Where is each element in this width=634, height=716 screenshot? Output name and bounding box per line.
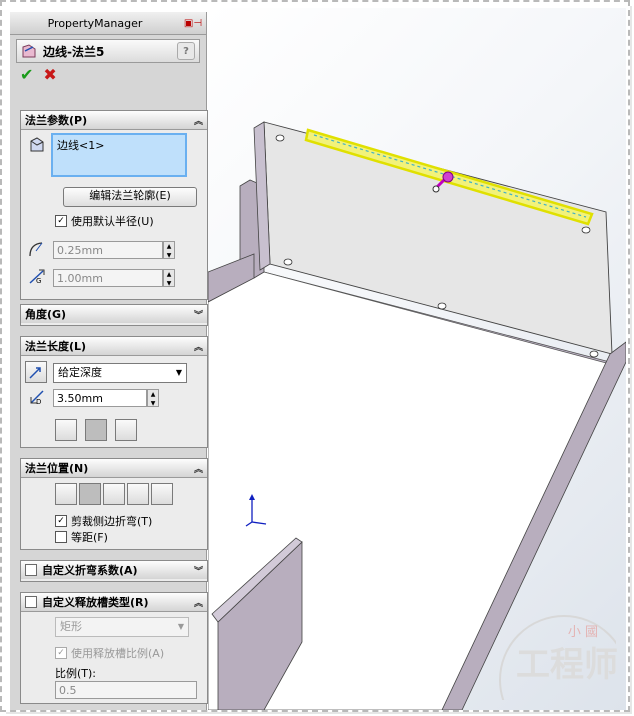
property-manager: PropertyManager ▣⊣ 边线-法兰5 ? ✔ ✖ 法兰参数(P) … [10,12,208,710]
pin-icon[interactable]: ▣⊣ [180,16,206,30]
depth-glyph: D [36,398,42,406]
graphics-area[interactable]: 小 國 工程师 [208,8,626,710]
custom-bend-allowance-label: 自定义折弯系数(A) [42,564,138,577]
dropdown-arrow-icon[interactable]: ▼ [176,364,182,382]
property-manager-title: PropertyManager [47,16,143,30]
collapse-chevron-icon[interactable]: ︽ [194,462,203,475]
flange-length-spinner[interactable]: ▲ ▼ [147,389,159,407]
flange-length-header[interactable]: 法兰长度(L) ︽ [21,337,207,356]
edge-select-icon [30,137,44,152]
gap-distance-spinner[interactable]: ▲ ▼ [163,269,175,287]
inner-virtual-sharp-button[interactable] [85,419,107,441]
flange-position-label: 法兰位置(N) [25,462,89,475]
use-relief-ratio-checkbox[interactable]: ✓ 使用释放槽比例(A) [55,645,164,661]
window-frame: 小 國 工程师 PropertyManager ▣⊣ 边线-法兰5 ? ✔ ✖ … [0,0,630,712]
ratio-label: 比例(T): [55,667,97,680]
custom-relief-label: 自定义释放槽类型(R) [42,596,149,609]
custom-bend-allowance-checkbox[interactable] [25,564,37,576]
offset-checkbox[interactable]: 等距(F) [55,529,108,545]
flange-parameters-label: 法兰参数(P) [25,114,88,127]
collapse-chevron-icon[interactable]: ︽ [194,340,203,353]
end-condition-value: 给定深度 [58,366,102,379]
checkbox-unchecked-icon[interactable] [55,531,67,543]
gap-glyph: G [36,277,42,285]
property-manager-header: PropertyManager ▣⊣ [10,12,206,35]
reverse-direction-icon[interactable] [25,361,47,383]
flange-position-group: 法兰位置(N) ︽ ✓ 剪裁侧边折弯(T) 等距(F) [20,458,208,550]
angle-label: 角度(G) [25,308,67,321]
bend-outside-button[interactable] [103,483,125,505]
edit-flange-profile-button[interactable]: 编辑法兰轮廓(E) [63,187,197,207]
checkbox-checked-icon[interactable]: ✓ [55,647,67,659]
collapse-chevron-icon[interactable]: ︽ [194,596,203,609]
flange-length-input[interactable]: 3.50mm [53,389,147,407]
watermark-text: 工程师 [516,645,618,685]
custom-bend-allowance-header[interactable]: 自定义折弯系数(A) ︾ [21,561,207,579]
expand-chevron-icon[interactable]: ︾ [194,564,203,577]
custom-relief-group: 自定义释放槽类型(R) ︽ 矩形 ▼ ✓ 使用释放槽比例(A) 比例(T): 0… [20,592,208,704]
end-condition-dropdown[interactable]: 给定深度 ▼ [53,363,187,383]
tangent-to-bend-button[interactable] [151,483,173,505]
custom-relief-checkbox[interactable] [25,596,37,608]
custom-relief-header[interactable]: 自定义释放槽类型(R) ︽ [21,593,207,612]
bend-radius-icon [29,242,43,257]
offset-label: 等距(F) [71,531,108,544]
custom-bend-allowance-group: 自定义折弯系数(A) ︾ [20,560,208,582]
outer-virtual-sharp-button[interactable] [55,419,77,441]
feature-title-bar: 边线-法兰5 ? [16,39,200,63]
material-outside-button[interactable] [79,483,101,505]
feature-name: 边线-法兰5 [43,44,105,59]
edge-flange-icon [22,44,36,58]
trim-side-bends-checkbox[interactable]: ✓ 剪裁侧边折弯(T) [55,513,152,529]
trim-side-bends-label: 剪裁侧边折弯(T) [71,515,153,528]
collapse-chevron-icon[interactable]: ︽ [194,114,203,127]
sheet-metal-model[interactable] [208,8,626,710]
dropdown-arrow-icon[interactable]: ▼ [178,618,184,636]
bend-radius-spinner[interactable]: ▲ ▼ [163,241,175,259]
flange-length-label: 法兰长度(L) [25,340,87,353]
selected-edge-item[interactable]: 边线<1> [57,139,104,152]
flange-length-group: 法兰长度(L) ︽ 给定深度 ▼ D 3.50mm ▲ ▼ [20,336,208,448]
angle-header[interactable]: 角度(G) ︾ [21,305,207,323]
material-inside-button[interactable] [55,483,77,505]
flange-parameters-header[interactable]: 法兰参数(P) ︽ [21,111,207,130]
checkbox-checked-icon[interactable]: ✓ [55,515,67,527]
flange-position-header[interactable]: 法兰位置(N) ︽ [21,459,207,478]
relief-type-value: 矩形 [60,620,82,633]
ok-checkmark-icon[interactable]: ✔ [20,65,33,84]
expand-chevron-icon[interactable]: ︾ [194,308,203,321]
use-relief-ratio-label: 使用释放槽比例(A) [71,647,165,660]
bend-radius-input[interactable]: 0.25mm [53,241,163,259]
tangent-bend-button[interactable] [115,419,137,441]
relief-type-dropdown[interactable]: 矩形 ▼ [55,617,189,637]
cancel-x-icon[interactable]: ✖ [43,65,56,84]
help-icon[interactable]: ? [177,42,195,60]
use-default-radius-label: 使用默认半径(U) [71,215,154,228]
flange-parameters-group: 法兰参数(P) ︽ 边线<1> 编辑法兰轮廓(E) ✓ 使用默认半径(U) 0.… [20,110,208,300]
gap-distance-input[interactable]: 1.00mm [53,269,163,287]
relief-ratio-input[interactable]: 0.5 [55,681,197,699]
bend-from-virtual-sharp-button[interactable] [127,483,149,505]
use-default-radius-checkbox[interactable]: ✓ 使用默认半径(U) [55,213,154,229]
angle-group: 角度(G) ︾ [20,304,208,326]
checkbox-checked-icon[interactable]: ✓ [55,215,67,227]
edge-selection-box[interactable]: 边线<1> [51,133,187,177]
